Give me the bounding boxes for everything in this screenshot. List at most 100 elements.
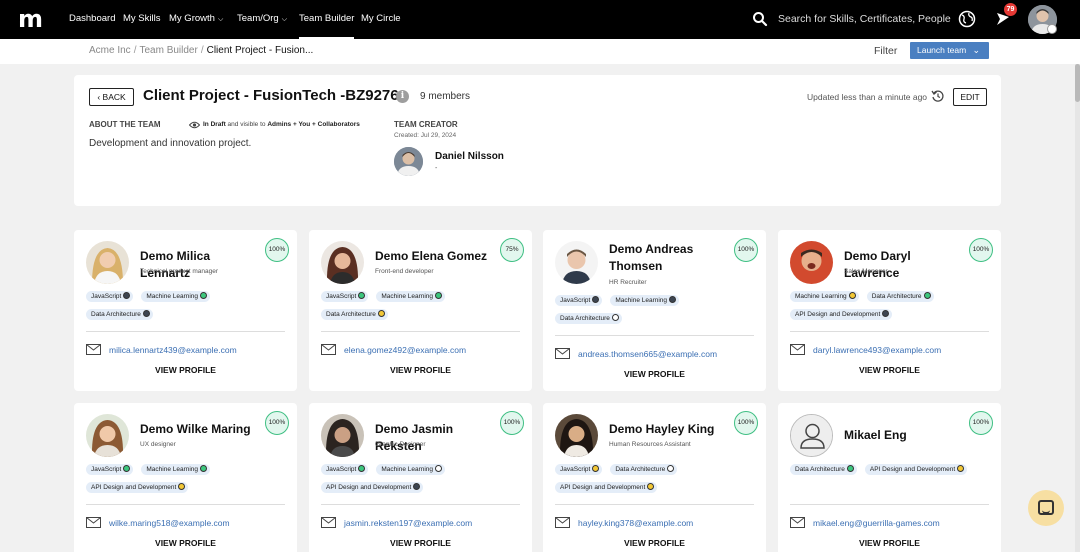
chevron-down-icon: ⌵: [217, 16, 224, 23]
mail-icon: [321, 344, 336, 355]
member-email[interactable]: andreas.thomsen665@example.com: [578, 349, 717, 359]
nav-my-skills[interactable]: My Skills: [123, 0, 160, 39]
skill-level-dot: [200, 465, 208, 472]
member-card: Mikael Eng 100% Data Architecture API Des…: [778, 403, 1001, 552]
view-profile-button[interactable]: VIEW PROFILE: [74, 538, 297, 548]
match-percentage-badge: 100%: [734, 238, 758, 262]
nav-team-builder[interactable]: Team Builder: [299, 0, 355, 39]
member-avatar[interactable]: [321, 414, 364, 457]
mail-icon: [321, 517, 336, 528]
nav-team-org[interactable]: Team/Org ⌵: [237, 0, 287, 39]
match-percentage-badge: 100%: [969, 411, 993, 435]
mail-icon: [555, 517, 570, 528]
member-email[interactable]: hayley.king378@example.com: [578, 518, 693, 528]
member-name[interactable]: Demo Andreas Thomsen: [609, 241, 729, 275]
member-avatar[interactable]: [555, 414, 598, 457]
member-card: Demo Daryl Lawrence Sales Manager 100% M…: [778, 230, 1001, 391]
skill-tag-label: Machine Learning: [615, 297, 668, 304]
member-name[interactable]: Mikael Eng: [844, 427, 964, 444]
view-profile-button[interactable]: VIEW PROFILE: [778, 365, 1001, 375]
app-logo[interactable]: m: [18, 6, 43, 32]
creator-name[interactable]: Daniel Nilsson: [435, 151, 504, 162]
member-role: HR Recruiter: [609, 279, 647, 286]
page-scrollbar[interactable]: [1075, 64, 1080, 552]
team-creator-heading: TEAM CREATOR: [394, 120, 458, 129]
member-avatar[interactable]: [86, 241, 129, 284]
view-profile-button[interactable]: VIEW PROFILE: [74, 365, 297, 375]
nav-dashboard[interactable]: Dashboard: [69, 0, 115, 39]
search-input[interactable]: Search for Skills, Certificates, People: [778, 0, 951, 38]
scrollbar-thumb[interactable]: [1075, 64, 1080, 102]
breadcrumb-item[interactable]: Team Builder: [139, 45, 197, 56]
sub-header: Acme Inc / Team Builder / Client Project - F…: [0, 39, 1080, 64]
member-name[interactable]: Demo Elena Gomez: [375, 248, 495, 265]
view-profile-button[interactable]: VIEW PROFILE: [778, 538, 1001, 548]
nav-my-circle[interactable]: My Circle: [361, 0, 401, 39]
filter-button[interactable]: Filter: [874, 39, 897, 63]
edit-button[interactable]: EDIT: [953, 88, 987, 106]
skill-level-dot: [592, 296, 600, 303]
member-avatar[interactable]: [321, 241, 364, 284]
skill-level-dot: [123, 292, 131, 299]
skill-tag: API Design and Development: [321, 482, 424, 493]
back-button[interactable]: ‹ BACK: [89, 88, 134, 106]
skill-tag: Data Architecture: [866, 291, 934, 302]
skill-tag: Data Architecture: [86, 309, 153, 320]
view-profile-button[interactable]: VIEW PROFILE: [543, 369, 766, 379]
history-icon[interactable]: [931, 89, 945, 103]
skill-tag: Data Architecture: [555, 313, 622, 324]
skill-tag: Data Architecture: [610, 464, 678, 475]
skill-tag-label: API Design and Development: [795, 311, 881, 318]
member-card: Demo Jasmin Reksten Graphic Designer 100…: [309, 403, 532, 552]
member-email[interactable]: daryl.lawrence493@example.com: [813, 345, 941, 355]
breadcrumb-item[interactable]: Acme Inc: [89, 45, 131, 56]
launch-team-label: Launch team: [917, 45, 967, 55]
member-email[interactable]: wilke.maring518@example.com: [109, 518, 230, 528]
member-email[interactable]: mikael.eng@guerrilla-games.com: [813, 518, 940, 528]
top-navigation-bar: m Dashboard My Skills My Growth ⌵ Team/Or…: [0, 0, 1080, 39]
member-name[interactable]: Demo Jasmin Reksten: [375, 421, 495, 455]
view-profile-button[interactable]: VIEW PROFILE: [543, 538, 766, 548]
mail-icon: [555, 348, 570, 359]
skill-tag-label: API Design and Development: [91, 484, 177, 491]
skill-tag-label: API Design and Development: [869, 466, 956, 473]
member-email[interactable]: jasmin.reksten197@example.com: [344, 518, 472, 528]
member-name[interactable]: Demo Daryl Lawrence: [844, 248, 964, 282]
match-percentage-badge: 100%: [969, 238, 993, 262]
skill-tag: JavaScript: [321, 464, 369, 475]
skill-tags: JavaScript Machine Learning API Design and…: [86, 464, 291, 500]
skill-level-dot: [358, 292, 366, 299]
view-profile-button[interactable]: VIEW PROFILE: [309, 365, 532, 375]
launch-team-button[interactable]: Launch team ⌄: [910, 42, 989, 59]
creator-avatar[interactable]: [394, 147, 423, 176]
member-name[interactable]: Demo Wilke Maring: [140, 421, 260, 438]
card-divider: [86, 504, 285, 505]
team-description: Development and innovation project.: [89, 138, 252, 149]
search-icon[interactable]: [752, 11, 768, 27]
member-avatar[interactable]: [790, 414, 833, 457]
member-name[interactable]: Demo Milica Lennartz: [140, 248, 260, 282]
nav-my-growth[interactable]: My Growth ⌵: [169, 0, 223, 39]
info-icon[interactable]: i: [396, 90, 409, 103]
member-avatar[interactable]: [555, 241, 598, 284]
chat-support-button[interactable]: [1028, 490, 1064, 526]
skill-level-dot: [611, 314, 619, 321]
globe-icon[interactable]: [958, 10, 976, 28]
member-name[interactable]: Demo Hayley King: [609, 421, 729, 438]
member-email[interactable]: milica.lennartz439@example.com: [109, 345, 237, 355]
eye-icon: [189, 121, 200, 129]
member-avatar[interactable]: [86, 414, 129, 457]
skill-tag-label: Data Architecture: [615, 466, 666, 473]
member-email[interactable]: elena.gomez492@example.com: [344, 345, 466, 355]
skill-tag-label: API Design and Development: [326, 484, 412, 491]
view-profile-button[interactable]: VIEW PROFILE: [309, 538, 532, 548]
skill-tag: Machine Learning: [376, 291, 446, 302]
skill-level-dot: [123, 465, 131, 472]
skill-tag: Machine Learning: [141, 291, 211, 302]
skill-tag-label: JavaScript: [91, 293, 122, 300]
member-avatar[interactable]: [790, 241, 833, 284]
member-role: Front-end developer: [375, 268, 434, 275]
skill-tag: API Design and Development: [86, 482, 189, 493]
member-role: Sales Manager: [844, 268, 888, 275]
skill-level-dot: [848, 292, 856, 299]
